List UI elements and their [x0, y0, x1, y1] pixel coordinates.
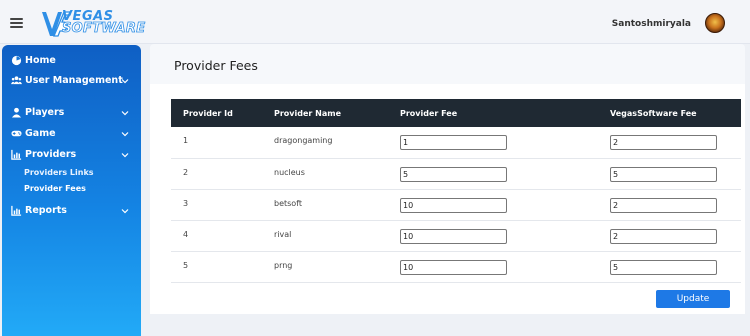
column-header-provider-id: Provider Id: [183, 108, 233, 118]
sidebar-subitem-providers-links[interactable]: Providers Links: [24, 168, 94, 177]
sidebar-item-label: Game: [25, 128, 56, 139]
provider-fee-input[interactable]: [400, 135, 507, 151]
update-button[interactable]: Update: [656, 290, 730, 308]
sidebar-item-reports[interactable]: Reports: [2, 203, 141, 219]
provider-fee-cell: [400, 189, 610, 220]
provider-name-cell: nucleus: [274, 167, 305, 177]
provider-fee-cell: [400, 251, 610, 282]
column-header-provider-name: Provider Name: [274, 108, 341, 118]
provider-fee-input[interactable]: [400, 228, 507, 244]
sidebar-item-players[interactable]: Players: [2, 105, 141, 121]
vegas-fee-cell: [610, 189, 741, 220]
sidebar-item-label: User Management: [25, 75, 123, 86]
column-header-provider-fee: Provider Fee: [400, 108, 458, 118]
users-icon: [11, 76, 22, 85]
vegas-fee-input[interactable]: [610, 166, 717, 182]
vegas-fee-input[interactable]: [610, 197, 717, 213]
provider-fees-card: Provider Id Provider Name Provider Fee V…: [150, 84, 745, 314]
provider-id-cell: 5: [183, 260, 189, 270]
vegas-fee-input[interactable]: [610, 228, 717, 244]
sidebar-item-label: Players: [25, 107, 65, 118]
table-row: 3 betsoft: [171, 189, 741, 220]
page-header: Provider Fees: [150, 44, 745, 84]
column-header-vegas-fee: VegasSoftware Fee: [610, 108, 697, 118]
chevron-down-icon: [121, 153, 129, 158]
provider-fee-cell: [400, 158, 610, 189]
provider-name-cell: dragongaming: [274, 136, 333, 145]
user-avatar[interactable]: [705, 13, 725, 33]
table-row: 5 prng: [171, 251, 741, 282]
chevron-down-icon: [121, 79, 129, 84]
table-row: 1 dragongaming: [171, 127, 741, 158]
user-icon: [11, 107, 22, 118]
top-bar: VEGAS SOFTWARE Santoshmiryala: [0, 0, 750, 44]
logo-line-2: SOFTWARE: [62, 21, 146, 36]
sidebar-item-label: Providers: [25, 149, 77, 160]
vegas-fee-cell: [610, 251, 741, 282]
sidebar-item-label: Reports: [25, 205, 67, 216]
table-row: 2 nucleus: [171, 158, 741, 189]
provider-id-cell: 1: [183, 136, 189, 145]
page-title: Provider Fees: [174, 58, 258, 73]
provider-id-cell: 3: [183, 198, 189, 208]
sidebar-subitem-provider-fees[interactable]: Provider Fees: [24, 184, 86, 193]
vegas-fee-input[interactable]: [610, 135, 717, 151]
provider-name-cell: rival: [274, 229, 292, 239]
sidebar: Home User Management Players Game Provid…: [2, 45, 141, 336]
chart-icon: [11, 205, 22, 216]
provider-name-cell: betsoft: [274, 198, 303, 208]
provider-id-cell: 4: [183, 229, 189, 239]
username-label: Santoshmiryala: [611, 19, 691, 29]
sidebar-item-game[interactable]: Game: [2, 126, 141, 142]
logo-wordmark: VEGAS SOFTWARE: [62, 10, 146, 36]
provider-fees-table: Provider Id Provider Name Provider Fee V…: [171, 99, 741, 283]
vegas-fee-input[interactable]: [610, 259, 717, 275]
sidebar-item-providers[interactable]: Providers: [2, 147, 141, 163]
provider-fee-input[interactable]: [400, 197, 507, 213]
provider-name-cell: prng: [274, 260, 293, 270]
provider-fee-cell: [400, 127, 610, 158]
vegas-fee-cell: [610, 220, 741, 251]
sidebar-item-label: Home: [25, 55, 56, 66]
vegas-fee-cell: [610, 158, 741, 189]
gamepad-icon: [11, 130, 22, 137]
chevron-down-icon: [121, 111, 129, 116]
hamburger-menu-icon[interactable]: [10, 18, 23, 28]
provider-fee-input[interactable]: [400, 166, 507, 182]
vegas-fee-cell: [610, 127, 741, 158]
provider-fee-input[interactable]: [400, 259, 507, 275]
provider-id-cell: 2: [183, 167, 189, 177]
sidebar-item-home[interactable]: Home: [2, 53, 141, 69]
sidebar-item-user-management[interactable]: User Management: [2, 73, 141, 89]
chevron-down-icon: [121, 209, 129, 214]
chart-icon: [11, 149, 22, 160]
table-row: 4 rival: [171, 220, 741, 251]
provider-fee-cell: [400, 220, 610, 251]
table-header-row: Provider Id Provider Name Provider Fee V…: [171, 99, 741, 127]
home-icon: [11, 55, 22, 66]
chevron-down-icon: [121, 132, 129, 137]
